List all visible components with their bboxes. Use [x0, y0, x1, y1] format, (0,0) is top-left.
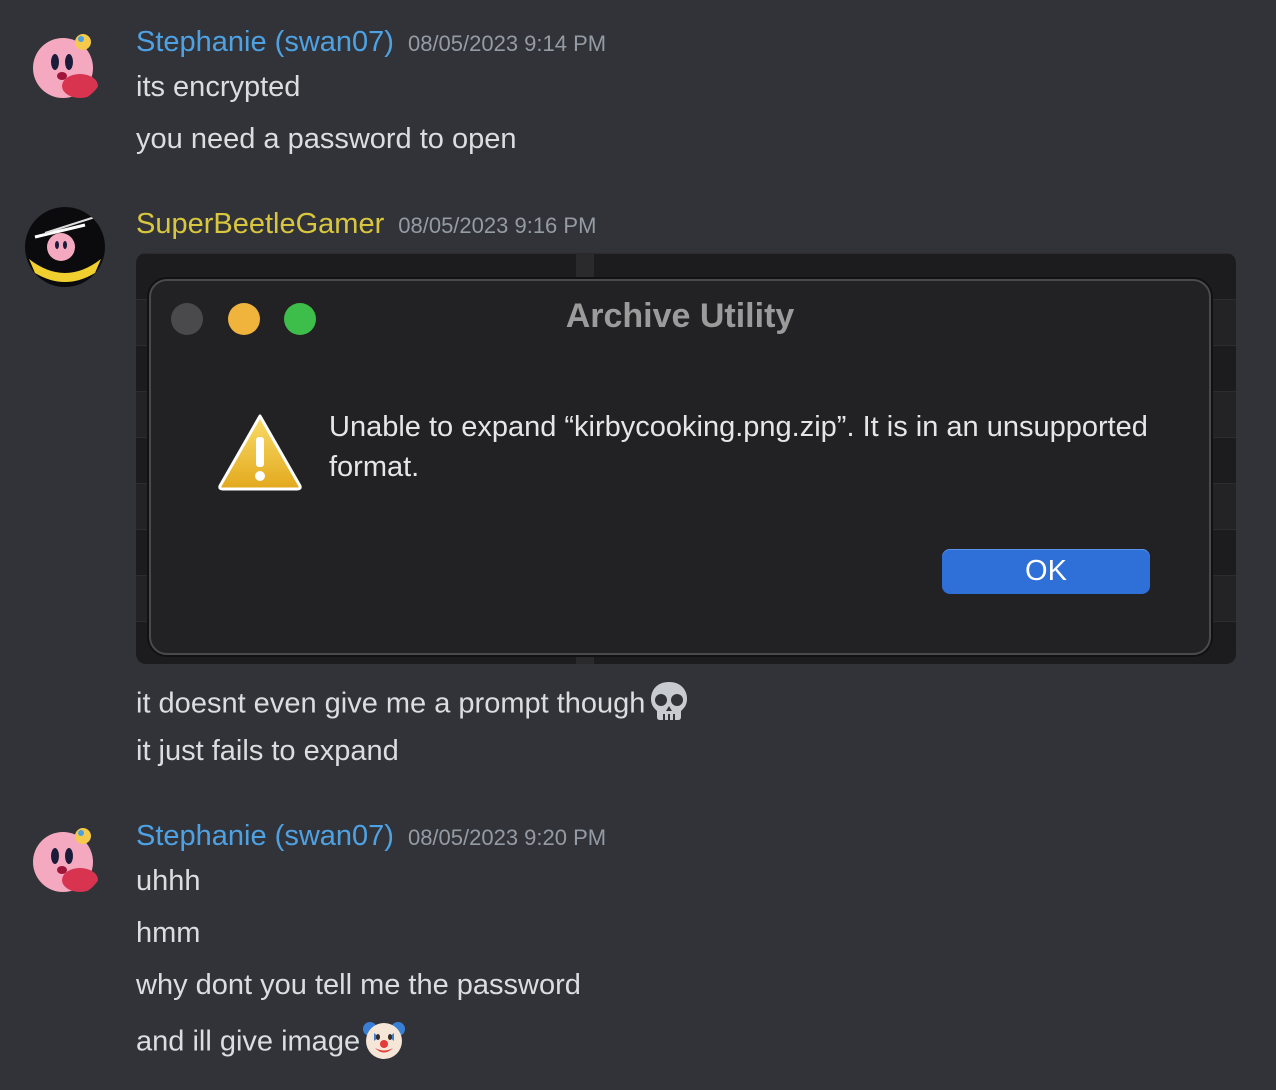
avatar[interactable]	[25, 24, 105, 104]
skull-emoji-icon	[651, 682, 688, 720]
timestamp: 08/05/2023 9:14 PM	[407, 31, 607, 56]
archive-utility-dialog: Archive Utility Unable to expand “kirbyc…	[149, 279, 1211, 655]
ok-button[interactable]: OK	[942, 549, 1150, 594]
chat-log: Stephanie (swan07) 08/05/2023 9:14 PM its…	[0, 0, 1276, 1090]
avatar[interactable]	[25, 818, 105, 898]
avatar[interactable]	[25, 207, 105, 287]
kirby-cooking-avatar-icon	[25, 207, 105, 287]
warning-triangle-icon	[218, 414, 302, 491]
message-text-content: and ill give image	[136, 1025, 361, 1058]
message-text: it just fails to expand	[136, 735, 399, 767]
message-text-content: it doesnt even give me a prompt though	[136, 687, 646, 720]
message-text: why dont you tell me the password	[136, 969, 581, 1001]
kirby-avatar-icon	[25, 24, 105, 104]
username[interactable]: SuperBeetleGamer	[136, 208, 384, 240]
timestamp: 08/05/2023 9:20 PM	[407, 825, 607, 850]
image-attachment[interactable]: Archive Utility Unable to expand “kirbyc…	[136, 253, 1236, 664]
message-text: it doesnt even give me a prompt though	[136, 682, 691, 727]
kirby-avatar-icon	[25, 818, 105, 898]
message-header: SuperBeetleGamer 08/05/2023 9:16 PM	[136, 208, 596, 241]
message-text: its encrypted	[136, 71, 301, 103]
username[interactable]: Stephanie (swan07)	[136, 26, 394, 58]
username[interactable]: Stephanie (swan07)	[136, 820, 394, 852]
message-text: and ill give image	[136, 1021, 406, 1065]
message-header: Stephanie (swan07) 08/05/2023 9:20 PM	[136, 820, 606, 853]
message-text: uhhh	[136, 865, 201, 897]
clown-face-emoji-icon	[363, 1022, 406, 1059]
dialog-title: Archive Utility	[565, 297, 795, 335]
message-text: you need a password to open	[136, 123, 517, 155]
timestamp: 08/05/2023 9:16 PM	[398, 213, 597, 238]
dialog-message: Unable to expand “kirbycooking.png.zip”.…	[329, 411, 1148, 483]
message-header: Stephanie (swan07) 08/05/2023 9:14 PM	[136, 26, 606, 59]
message-text: hmm	[136, 917, 201, 949]
